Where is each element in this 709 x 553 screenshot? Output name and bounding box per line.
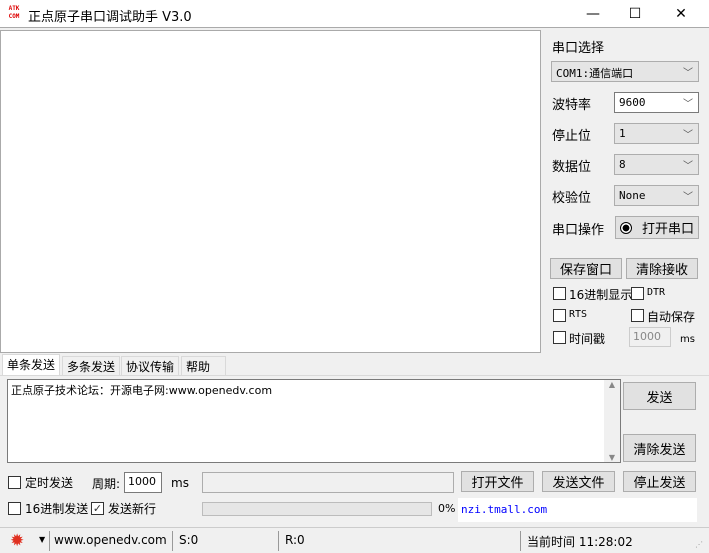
website-link[interactable]: www.openedv.com	[54, 533, 167, 547]
baud-value: 9600	[619, 96, 646, 109]
scrollbar[interactable]: ▲ ▼	[604, 380, 620, 462]
progress-bar	[202, 502, 432, 516]
chevron-down-icon: ﹀	[683, 161, 693, 172]
auto-save-label: 自动保存	[647, 310, 696, 324]
data-bits-combo[interactable]: 8 ﹀	[614, 154, 699, 175]
stop-bits-value: 1	[619, 127, 626, 140]
parity-value: None	[619, 189, 646, 202]
dtr-checkbox[interactable]	[631, 287, 644, 300]
send-file-button[interactable]: 发送文件	[542, 471, 615, 492]
dropdown-arrow-icon[interactable]: ▼	[39, 535, 45, 544]
dtr-label: DTR	[647, 287, 666, 298]
tab-single-send[interactable]: 单条发送	[2, 354, 61, 376]
timestamp-checkbox[interactable]	[553, 331, 566, 344]
divider	[49, 531, 50, 551]
timed-send-label: 定时发送	[25, 476, 74, 490]
app-logo-icon: ATK COM	[8, 5, 20, 20]
settings-gear-icon[interactable]: ✹	[10, 531, 24, 551]
divider	[520, 531, 521, 551]
receive-area[interactable]	[0, 30, 541, 353]
received-count: R:0	[285, 533, 305, 547]
chevron-down-icon: ﹀	[683, 99, 693, 110]
hex-send-checkbox[interactable]	[8, 502, 21, 515]
chevron-down-icon: ﹀	[683, 68, 693, 79]
status-bar: ✹ ▼ www.openedv.com S:0 R:0 当前时间 11:28:0…	[0, 527, 709, 553]
data-bits-label: 数据位	[552, 160, 592, 175]
open-file-button[interactable]: 打开文件	[461, 471, 534, 492]
data-bits-value: 8	[619, 158, 626, 171]
rts-label: RTS	[569, 309, 588, 320]
open-port-button[interactable]: 打开串口	[615, 216, 699, 239]
baud-combo[interactable]: 9600 ﹀	[614, 92, 699, 113]
tab-protocol[interactable]: 协议传输	[121, 356, 180, 375]
timestamp-ms-input[interactable]: 1000	[629, 327, 671, 347]
send-textarea[interactable]: 正点原子技术论坛：开源电子网:www.openedv.com ▲ ▼	[7, 379, 621, 463]
divider	[278, 531, 279, 551]
hex-send-label: 16进制发送	[25, 502, 89, 516]
tab-help[interactable]: 帮助	[181, 356, 226, 375]
progress-label: 0%	[438, 502, 456, 515]
stop-bits-label: 停止位	[552, 129, 592, 144]
chevron-down-icon: ﹀	[683, 130, 693, 141]
stop-send-button[interactable]: 停止发送	[623, 471, 696, 492]
send-text: 正点原子技术论坛：开源电子网:www.openedv.com	[11, 384, 273, 397]
window-title: 正点原子串口调试助手 V3.0	[28, 10, 192, 25]
period-input[interactable]: 1000	[124, 472, 162, 493]
rts-checkbox[interactable]	[553, 309, 566, 322]
current-time: 当前时间 11:28:02	[527, 535, 633, 549]
newline-checkbox[interactable]: ✓	[91, 502, 104, 515]
port-op-label: 串口操作	[552, 223, 605, 238]
period-label: 周期:	[92, 477, 121, 491]
auto-save-checkbox[interactable]	[631, 309, 644, 322]
timed-send-checkbox[interactable]	[8, 476, 21, 489]
parity-combo[interactable]: None ﹀	[614, 185, 699, 206]
parity-label: 校验位	[552, 191, 592, 206]
sent-count: S:0	[179, 533, 199, 547]
stop-bits-combo[interactable]: 1 ﹀	[614, 123, 699, 144]
save-window-button[interactable]: 保存窗口	[550, 258, 622, 279]
baud-label: 波特率	[552, 98, 592, 113]
clear-send-button[interactable]: 清除发送	[623, 434, 696, 462]
radio-indicator-icon	[619, 221, 632, 234]
port-combo[interactable]: COM1:通信端口 ﹀	[551, 61, 699, 82]
newline-label: 发送新行	[108, 502, 157, 516]
tab-multi-send[interactable]: 多条发送	[62, 356, 121, 375]
chevron-down-icon: ﹀	[683, 192, 693, 203]
send-button[interactable]: 发送	[623, 382, 696, 410]
file-path-field[interactable]	[202, 472, 454, 493]
maximize-button[interactable]: ☐	[612, 0, 658, 28]
close-button[interactable]: ✕	[658, 0, 704, 28]
timestamp-label: 时间戳	[569, 332, 606, 346]
resize-grip-icon[interactable]: ⋰	[695, 540, 703, 549]
divider	[172, 531, 173, 551]
hex-display-label: 16进制显示	[569, 288, 633, 302]
port-select-label: 串口选择	[552, 41, 605, 56]
title-bar: ATK COM 正点原子串口调试助手 V3.0 — ☐ ✕	[0, 0, 709, 28]
marquee-link[interactable]: nzi.tmall.com	[458, 498, 697, 522]
clear-receive-button[interactable]: 清除接收	[626, 258, 698, 279]
timestamp-ms-unit: ms	[680, 334, 695, 345]
open-port-label: 打开串口	[641, 222, 694, 237]
period-ms-unit: ms	[171, 476, 189, 490]
minimize-button[interactable]: —	[570, 0, 616, 28]
port-value: COM1:通信端口	[556, 67, 634, 80]
hex-display-checkbox[interactable]	[553, 287, 566, 300]
